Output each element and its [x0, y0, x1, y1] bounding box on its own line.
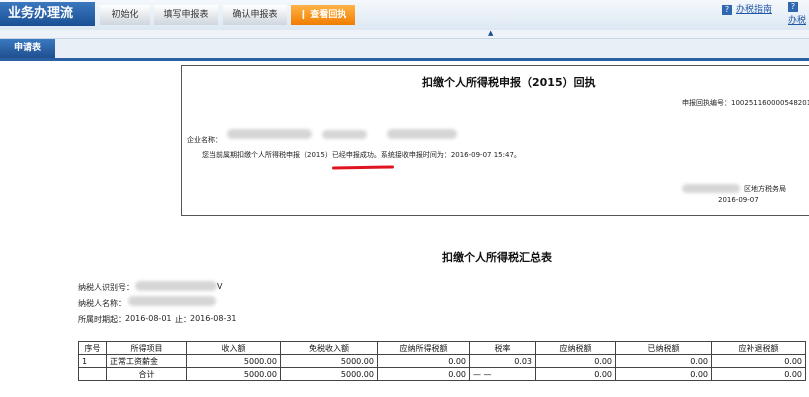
column-header: 免税收入额 — [280, 341, 378, 355]
period-start: 2016-08-01 — [125, 314, 172, 323]
table-cell: 0.00 — [615, 367, 712, 381]
column-header: 序号 — [78, 341, 107, 355]
period-end: 2016-08-31 — [190, 314, 237, 323]
redacted-bureau-name — [682, 184, 740, 193]
taxpayer-id-label: 纳税人识别号： — [78, 283, 134, 292]
step-confirm-form[interactable]: 确认申报表 — [223, 5, 287, 25]
column-header: 所得项目 — [106, 341, 187, 355]
table-cell: 5000.00 — [280, 367, 378, 381]
column-header: 应补退税额 — [711, 341, 806, 355]
step-indicator-icon: ❙ — [299, 10, 311, 20]
table-cell: 5000.00 — [186, 367, 281, 381]
table-cell: 正常工资薪金 — [106, 354, 187, 368]
redacted-taxpayer-id — [135, 281, 217, 291]
summary-title: 扣缴个人所得税汇总表 — [442, 251, 552, 264]
taxpayer-name-label: 纳税人名称： — [78, 299, 126, 308]
table-cell: 0.03 — [469, 354, 536, 368]
table-cell: 0.00 — [377, 354, 470, 368]
help-link-tax-label: 办税 — [788, 15, 807, 26]
help-icon: ? — [722, 4, 732, 15]
period-start-label: 所属时期起： — [78, 315, 126, 324]
table-cell: 0.00 — [615, 354, 712, 368]
top-bar: 业务办理流程： 初始化 填写申报表 确认申报表 ❙ 查看回执 ? 办税指南 ? 办税 — [0, 0, 809, 45]
step-fill-form[interactable]: 填写申报表 — [154, 5, 218, 25]
help-icon: ? — [788, 2, 798, 12]
taxpayer-id-suffix: V — [217, 282, 223, 291]
receipt-title: 扣缴个人所得税申报（2015）回执 — [422, 76, 596, 89]
column-header: 应纳税额 — [535, 341, 616, 355]
table-cell: 合计 — [106, 367, 187, 381]
table-cell: 5000.00 — [186, 354, 281, 368]
table-total-row: 合计 5000.00 5000.00 0.00 — — 0.00 0.00 0.… — [78, 367, 806, 381]
tax-bureau: 区地方税务局 — [744, 185, 786, 193]
redacted-company-name — [322, 130, 367, 139]
column-header: 应纳所得税额 — [377, 341, 470, 355]
table-cell: — — — [469, 367, 536, 381]
help-link-guide-label: 办税指南 — [736, 5, 773, 15]
table-cell: 0.00 — [711, 354, 806, 368]
redacted-company-name — [227, 129, 312, 139]
step-initialize[interactable]: 初始化 — [100, 5, 150, 25]
step-view-receipt[interactable]: ❙ 查看回执 — [291, 5, 355, 25]
receipt-date: 2016-09-07 — [718, 196, 759, 204]
table-cell — [78, 367, 107, 381]
process-title: 业务办理流程： — [0, 2, 95, 45]
tab-bar: 申请表 — [0, 39, 809, 61]
table-header-row: 序号 所得项目 收入额 免税收入额 应纳所得税额 税率 应纳税额 已纳税额 应补… — [78, 341, 806, 355]
collapse-strip: ▲ — [0, 30, 809, 39]
help-link-guide[interactable]: ? 办税指南 — [722, 2, 772, 15]
table-cell: 1 — [78, 354, 107, 368]
success-underline — [331, 165, 395, 170]
table-cell: 5000.00 — [280, 354, 378, 368]
column-header: 收入额 — [186, 341, 281, 355]
receipt-message: 您当前属期扣缴个人所得税申报（2015）已经申报成功。系统接收申报时间为：201… — [202, 151, 521, 159]
receipt-panel: 扣缴个人所得税申报（2015）回执 申报回执编号：100251160000548… — [181, 65, 809, 216]
redacted-company-name — [387, 129, 457, 139]
table-cell: 0.00 — [711, 367, 806, 381]
table-cell: 0.00 — [535, 354, 616, 368]
collapse-arrow-icon[interactable]: ▲ — [488, 30, 498, 37]
step-view-receipt-label: 查看回执 — [310, 10, 347, 20]
company-name-label: 企业名称： — [187, 136, 222, 144]
table-cell: 0.00 — [535, 367, 616, 381]
summary-table: 序号 所得项目 收入额 免税收入额 应纳所得税额 税率 应纳税额 已纳税额 应补… — [78, 341, 806, 381]
table-row: 1 正常工资薪金 5000.00 5000.00 0.00 0.03 0.00 … — [78, 354, 806, 368]
table-cell: 0.00 — [377, 367, 470, 381]
tab-application-form[interactable]: 申请表 — [0, 39, 55, 58]
redacted-taxpayer-name — [128, 296, 216, 306]
help-link-tax[interactable]: ? 办税 — [788, 2, 809, 26]
receipt-number: 申报回执编号：10025116000054820189 — [682, 99, 809, 107]
period-end-label: 止： — [175, 315, 191, 324]
column-header: 已纳税额 — [615, 341, 712, 355]
column-header: 税率 — [469, 341, 536, 355]
